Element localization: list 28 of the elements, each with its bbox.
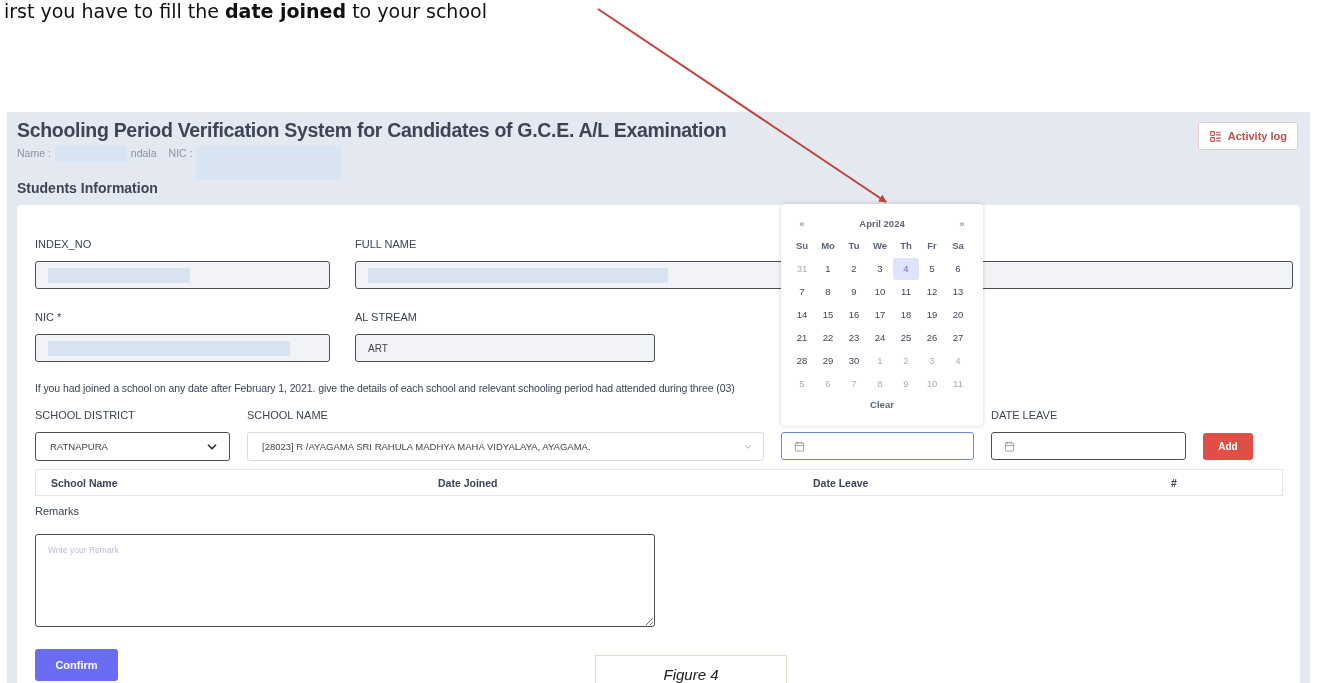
weekday-label: Sa [952, 240, 964, 251]
field-label: INDEX_NO [35, 237, 92, 251]
weekday-label: Su [795, 240, 809, 251]
name-label: Name : [17, 146, 51, 160]
page-title: Schooling Period Verification System for Candidates of G.C.E. A/L Examination [17, 118, 727, 142]
weekday-label: Fr [927, 240, 937, 251]
field-label: Remarks [35, 505, 80, 519]
weekday-label: Tu [848, 240, 860, 251]
month-title: April 2024 [858, 217, 906, 229]
figure-caption: Figure 4 [595, 655, 787, 683]
column-header: # [1171, 476, 1178, 489]
column-header: School Name [51, 476, 119, 489]
info-text: If you had joined a school on any date after February 1, 2021. give the details of each school and relevant schooling period had attended during three (03) [35, 382, 735, 394]
field-label: SCHOOL NAME [247, 408, 328, 422]
field-label: FULL NAME [355, 237, 417, 251]
weekday-label: Th [900, 240, 912, 251]
nic-label: NIC : [168, 146, 193, 160]
name-value: ndala [130, 146, 157, 160]
section-title: Students Information [17, 180, 159, 198]
field-label: AL STREAM [355, 310, 417, 324]
column-header: Date Leave [813, 476, 870, 489]
weekday-label: Mo [821, 240, 835, 251]
weekday-label: We [872, 240, 888, 251]
field-label: SCHOOL DISTRICT [35, 408, 135, 422]
column-header: Date Joined [438, 476, 499, 489]
instruction-text: irst you have to fill the date joined to your school [4, 0, 487, 22]
field-label: NIC * [35, 310, 62, 324]
field-label: DATE LEAVE [991, 408, 1058, 422]
